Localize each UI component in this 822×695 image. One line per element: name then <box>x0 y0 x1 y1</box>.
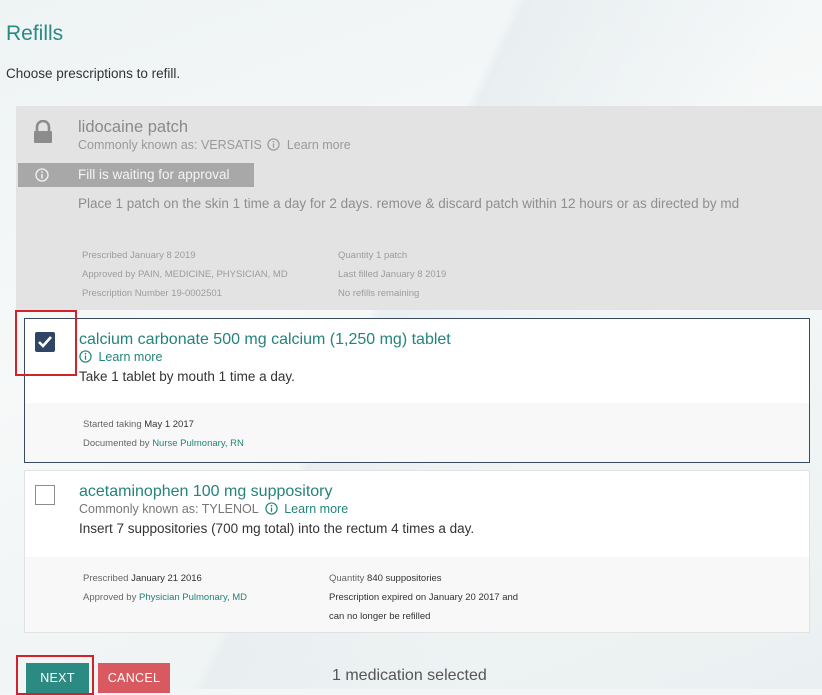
medication-card-locked: lidocaine patch Commonly known as: VERSA… <box>16 106 822 310</box>
page-title: Refills <box>6 22 64 45</box>
known-as-text: Commonly known as: VERSATIS <box>78 138 262 152</box>
documented-by-link[interactable]: Nurse Pulmonary, RN <box>152 438 244 449</box>
last-filled: Last filled January 8 2019 <box>338 269 447 280</box>
prescription-number: Prescription Number 19-0002501 <box>82 288 222 299</box>
medication-directions: Place 1 patch on the skin 1 time a day f… <box>78 196 740 211</box>
prescription-details-left: Prescribed January 21 2016 Approved by P… <box>83 569 247 607</box>
quantity: Quantity 840 suppositories <box>329 573 442 584</box>
documented-by: Documented by Nurse Pulmonary, RN <box>83 438 244 449</box>
highlight-box-checkbox <box>15 310 77 376</box>
expired-notice-cont: can no longer be refilled <box>329 611 431 622</box>
learn-more-link[interactable]: Learn more <box>98 350 162 364</box>
approved-by: Approved by PAIN, MEDICINE, PHYSICIAN, M… <box>82 269 288 280</box>
info-icon <box>265 502 278 515</box>
approval-status-text: Fill is waiting for approval <box>78 167 230 182</box>
medication-directions: Take 1 tablet by mouth 1 time a day. <box>79 369 295 384</box>
medication-directions: Insert 7 suppositories (700 mg total) in… <box>79 521 475 536</box>
known-as-line: Commonly known as: TYLENOL Learn more <box>79 502 348 516</box>
info-icon <box>79 350 92 363</box>
prescribed-date: Prescribed January 8 2019 <box>82 250 196 261</box>
page-subtitle: Choose prescriptions to refill. <box>6 66 181 81</box>
medication-details: Started taking May 1 2017 Documented by … <box>83 415 244 453</box>
lock-icon <box>34 120 52 143</box>
info-icon <box>35 168 49 182</box>
medication-card-selected[interactable]: calcium carbonate 500 mg calcium (1,250 … <box>24 318 810 463</box>
approved-by: Approved by Physician Pulmonary, MD <box>83 592 248 603</box>
approval-status-badge: Fill is waiting for approval <box>18 163 254 187</box>
selection-status: 1 medication selected <box>332 667 487 684</box>
prescription-details-right: Quantity 840 suppositories Prescription … <box>329 569 518 626</box>
prescribed-date: Prescribed January 21 2016 <box>83 573 202 584</box>
quantity: Quantity 1 patch <box>338 250 408 261</box>
learn-more-line[interactable]: Learn more <box>79 350 162 364</box>
prescription-details-left: Prescribed January 8 2019 Approved by PA… <box>82 246 288 303</box>
expired-notice: Prescription expired on January 20 2017 … <box>329 592 519 603</box>
started-taking: Started taking May 1 2017 <box>83 419 194 430</box>
learn-more-link[interactable]: Learn more <box>287 138 351 152</box>
medication-card[interactable]: acetaminophen 100 mg suppository Commonl… <box>24 470 810 633</box>
learn-more-link[interactable]: Learn more <box>284 502 348 516</box>
refills-remaining: No refills remaining <box>338 288 420 299</box>
prescription-details-right: Quantity 1 patch Last filled January 8 2… <box>338 246 446 303</box>
known-as-line: Commonly known as: VERSATIS Learn more <box>78 138 351 152</box>
refills-page: Refills Choose prescriptions to refill. … <box>0 0 822 695</box>
medication-name: calcium carbonate 500 mg calcium (1,250 … <box>79 331 451 348</box>
medication-checkbox[interactable] <box>35 485 55 505</box>
medication-name: acetaminophen 100 mg suppository <box>79 483 333 500</box>
medication-name: lidocaine patch <box>78 118 189 136</box>
approved-by-link[interactable]: Physician Pulmonary, MD <box>139 592 247 603</box>
known-as-text: Commonly known as: TYLENOL <box>79 502 259 516</box>
info-icon <box>267 138 281 151</box>
